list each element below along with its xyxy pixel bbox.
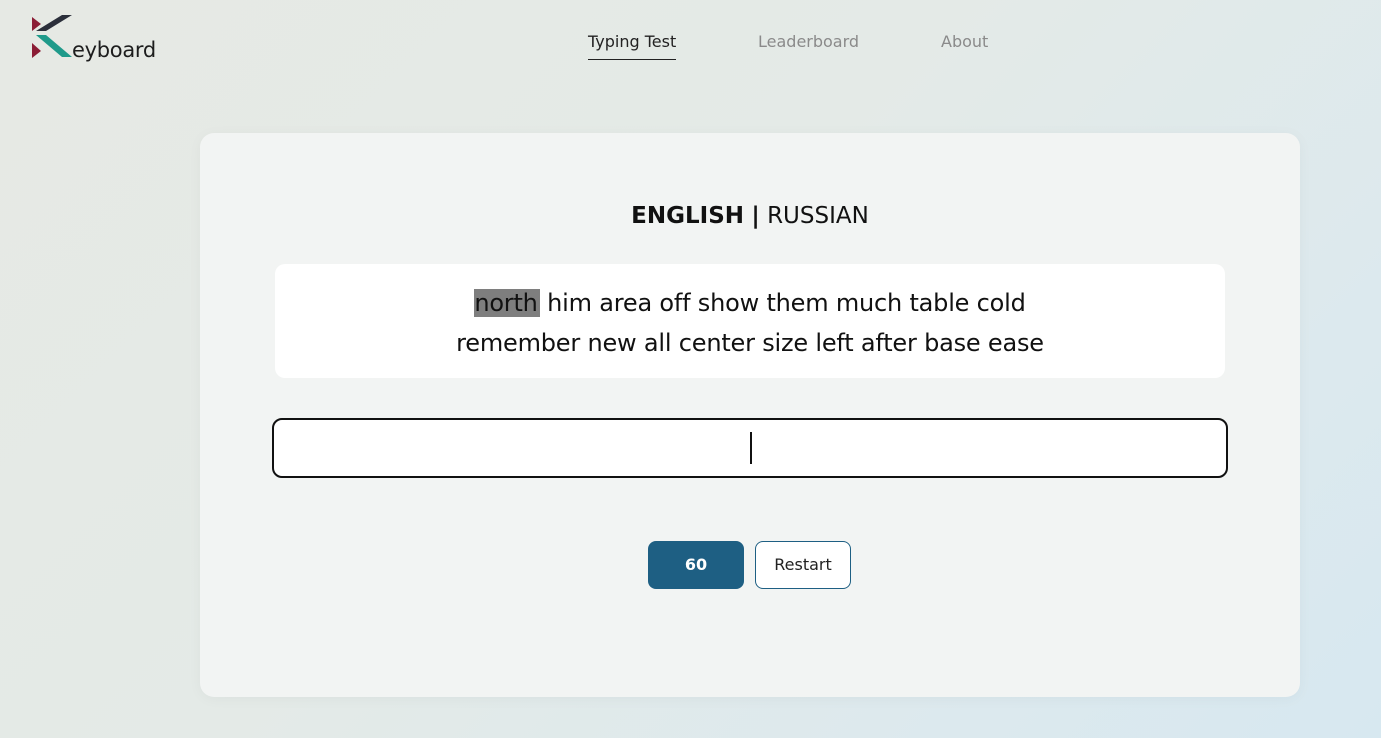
- language-russian[interactable]: RUSSIAN: [767, 203, 869, 229]
- nav-leaderboard[interactable]: Leaderboard: [758, 31, 859, 53]
- words-display: north him area off show them much table …: [275, 264, 1225, 378]
- language-switcher: ENGLISH | RUSSIAN: [200, 201, 1300, 231]
- typing-input[interactable]: [274, 420, 1230, 478]
- current-word: north: [474, 289, 540, 317]
- typing-test-card: ENGLISH | RUSSIAN north him area off sho…: [200, 133, 1300, 697]
- upcoming-words-line1: him area off show them much table cold: [547, 289, 1026, 317]
- word-list: north him area off show them much table …: [275, 283, 1225, 363]
- upcoming-words-line2: remember new all center size left after …: [456, 329, 1044, 357]
- main-nav: Typing Test Leaderboard About: [0, 31, 1381, 63]
- typing-input-box: [272, 418, 1230, 478]
- text-caret: [750, 432, 752, 464]
- language-separator: |: [751, 203, 760, 229]
- language-english[interactable]: ENGLISH: [631, 203, 744, 229]
- restart-button[interactable]: Restart: [755, 541, 851, 589]
- timer-display: 60: [648, 541, 744, 589]
- nav-typing-test[interactable]: Typing Test: [588, 31, 677, 60]
- nav-about[interactable]: About: [941, 31, 988, 53]
